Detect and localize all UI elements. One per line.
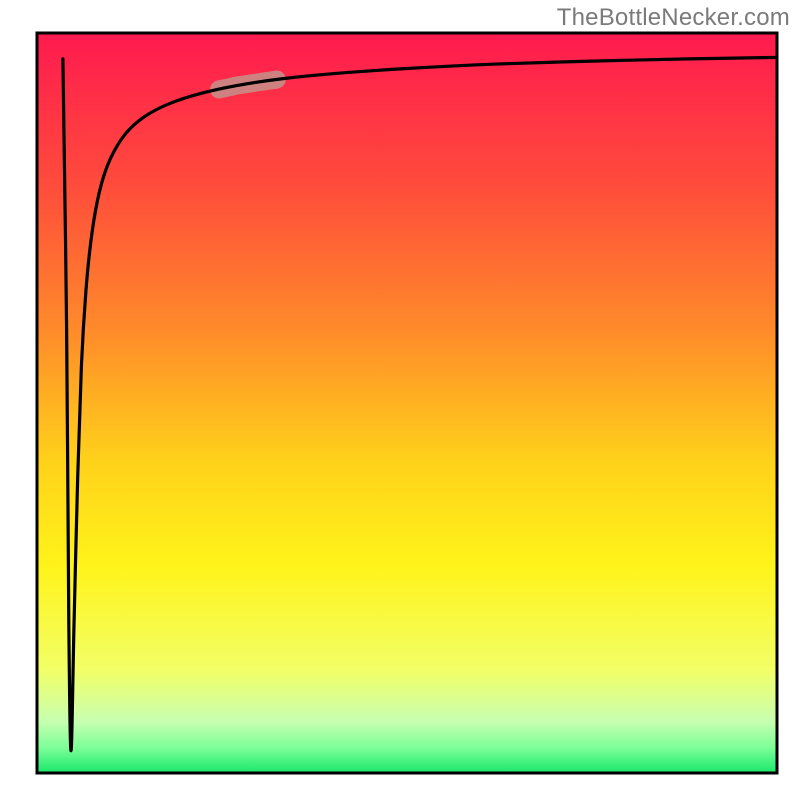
bottleneck-chart: [0, 0, 800, 800]
plot-background: [37, 33, 777, 773]
chart-stage: TheBottleNecker.com: [0, 0, 800, 800]
